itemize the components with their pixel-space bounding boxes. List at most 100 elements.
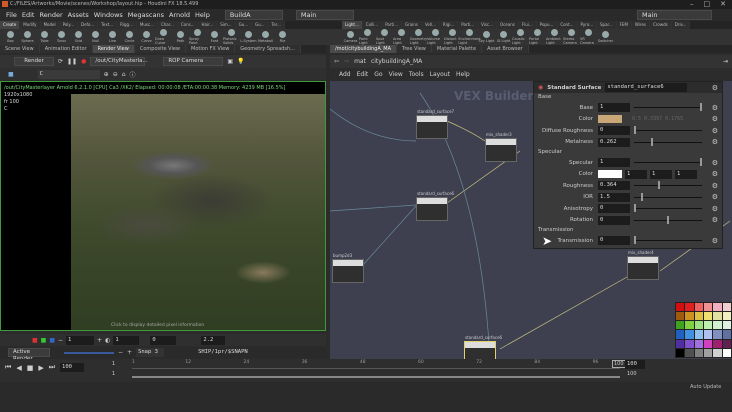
palette-swatch[interactable]	[703, 348, 713, 357]
param-slider[interactable]	[634, 126, 702, 135]
palette-swatch[interactable]	[694, 330, 703, 339]
green-channel-icon[interactable]: ■	[41, 337, 47, 344]
range-start[interactable]: 1	[112, 361, 115, 367]
gear-icon[interactable]: ⚙	[712, 115, 718, 123]
param-value-field[interactable]: 0.364	[598, 181, 630, 191]
snap-field[interactable]: Snap 3	[136, 348, 165, 357]
gear-icon[interactable]: ⚙	[712, 104, 718, 112]
palette-swatch[interactable]	[685, 303, 694, 312]
shelf-tool-grid[interactable]: Grid	[70, 31, 87, 43]
right-context-selector[interactable]: Main	[637, 10, 712, 20]
param-slider[interactable]	[634, 181, 702, 190]
play-reverse-icon[interactable]: ◀	[16, 364, 21, 372]
palette-swatch[interactable]	[703, 321, 713, 330]
gamma-field[interactable]: 2.2	[201, 335, 226, 345]
refresh-icon[interactable]: ⟳	[58, 58, 63, 65]
shelf-tab-cons[interactable]: Cons...	[177, 21, 199, 29]
shelf-tool-sphere[interactable]: Sphere	[19, 31, 36, 43]
shelf-tab-rigg[interactable]: Rigg...	[117, 21, 137, 29]
shelf-tab-driv[interactable]: Driv...	[671, 21, 691, 29]
node-standard-surface7[interactable]: standard_surface7	[416, 109, 454, 139]
tab-motion-fx-view[interactable]: Motion FX View	[186, 45, 236, 53]
palette-swatch[interactable]	[676, 348, 685, 357]
rop-path-field[interactable]: /out/CityMasterla...	[90, 57, 148, 66]
palette-swatch[interactable]	[685, 312, 694, 321]
menu-help[interactable]: Help	[195, 11, 210, 19]
shelf-tool-null[interactable]: Null	[87, 31, 104, 43]
tab-scene-view[interactable]: Scene View	[0, 45, 40, 53]
menu-megascans[interactable]: Megascans	[128, 11, 164, 19]
shelf-tool-portal-light[interactable]: Portal Light	[529, 29, 546, 45]
gear-icon[interactable]: ⚙	[712, 182, 718, 190]
node-standard-surface6[interactable]: standard_surface6	[416, 191, 454, 221]
shelf-tab-crowds[interactable]: Crowds	[650, 21, 672, 29]
snapshot-icon[interactable]: ▣	[227, 58, 233, 65]
auto-update-button[interactable]: Auto Update	[690, 384, 721, 390]
color-component-field[interactable]: 1	[675, 169, 697, 179]
color-swatch[interactable]	[598, 115, 622, 124]
palette-swatch[interactable]	[694, 348, 703, 357]
menu-view[interactable]: View	[389, 71, 403, 78]
node-bump2d3[interactable]: bump2d3	[332, 253, 364, 283]
param-slider[interactable]	[634, 215, 702, 224]
timeline-ruler[interactable]: 1 12 24 36 48 60 72 84 96	[132, 359, 620, 382]
shelf-tab-gu[interactable]: Gu...	[252, 21, 269, 29]
shelf-tab-oceans[interactable]: Oceans	[496, 21, 519, 29]
shelf-tool-torus[interactable]: Torus	[53, 31, 70, 43]
color-palette[interactable]	[675, 302, 732, 358]
menu-file[interactable]: File	[6, 11, 17, 19]
shelf-tab-wires[interactable]: Wires	[631, 21, 651, 29]
palette-swatch[interactable]	[694, 312, 703, 321]
palette-swatch[interactable]	[694, 303, 703, 312]
color-swatch[interactable]	[598, 170, 622, 179]
current-frame-field[interactable]: 100	[60, 363, 85, 372]
palette-swatch[interactable]	[722, 303, 731, 312]
param-slider[interactable]	[634, 192, 702, 201]
shelf-tab-colli[interactable]: Colli...	[362, 21, 383, 29]
desktop-selector[interactable]: BuildA	[224, 10, 283, 20]
palette-swatch[interactable]	[722, 339, 731, 348]
play-icon[interactable]: ▶	[38, 364, 43, 372]
gear-icon[interactable]: ⚙	[712, 216, 718, 224]
forward-icon[interactable]: ⇨	[344, 58, 349, 65]
shelf-tool-point-light[interactable]: Point Light	[359, 29, 376, 45]
node-mix-shader3[interactable]: mix_shader3	[485, 132, 517, 162]
gear-icon[interactable]: ⚙	[712, 84, 718, 92]
jump-start-icon[interactable]: ⏮	[5, 363, 11, 372]
shelf-tab-parti[interactable]: Parti...	[382, 21, 403, 29]
tab-composite-view[interactable]: Composite View	[134, 45, 186, 53]
node-standard-surface6-selected[interactable]: standard_surface6	[464, 335, 502, 359]
zoom-out-icon[interactable]: ⊖	[113, 71, 118, 78]
shelf-tool-curve[interactable]: Curve	[138, 31, 155, 43]
close-button[interactable]: ✕	[720, 0, 726, 8]
menu-edit[interactable]: Edit	[22, 11, 35, 19]
minimize-button[interactable]: –	[690, 0, 694, 8]
jump-end-icon[interactable]: ⏭	[49, 363, 55, 372]
node-mix-shader4[interactable]: mix_shader4	[627, 250, 659, 280]
shelf-tool-circle[interactable]: Circle	[121, 31, 138, 43]
shelf-tool-line[interactable]: Line	[104, 31, 121, 43]
shelf-tool-caustic-light[interactable]: Caustic Light	[512, 29, 529, 45]
menu-layout[interactable]: Layout	[430, 71, 450, 78]
plus-button[interactable]: +	[127, 349, 132, 356]
light-icon[interactable]: 💡	[237, 58, 244, 65]
home-icon[interactable]: ⌂	[122, 71, 126, 78]
shelf-tab-poly[interactable]: Poly...	[59, 21, 79, 29]
menu-help[interactable]: Help	[456, 71, 470, 78]
param-slider[interactable]	[634, 103, 702, 112]
shelf-tab-ter[interactable]: Ter...	[268, 21, 285, 29]
tab-render-view[interactable]: Render View	[92, 45, 135, 53]
menu-add[interactable]: Add	[339, 71, 351, 78]
shelf-tool-platonic-solids[interactable]: Platonic Solids	[223, 29, 240, 45]
palette-swatch[interactable]	[713, 321, 722, 330]
minus-button[interactable]: −	[58, 337, 63, 344]
shelf-tool-draw-curve[interactable]: Draw Curve	[155, 29, 172, 45]
range-end-field[interactable]: 100	[625, 360, 645, 369]
param-value-field[interactable]: 0	[598, 204, 630, 214]
render-view-image[interactable]: /out/CityMasterlayer Arnold 6.2.1.0 [CPU…	[0, 81, 326, 331]
shelf-tool-box[interactable]: Box	[2, 31, 19, 43]
shelf-tab-hair[interactable]: Hair...	[198, 21, 218, 29]
shelf-tab-light[interactable]: Light...	[342, 21, 363, 29]
shelf-tab-pyro[interactable]: Pyro...	[577, 21, 598, 29]
param-value-field[interactable]: 0	[598, 126, 630, 136]
